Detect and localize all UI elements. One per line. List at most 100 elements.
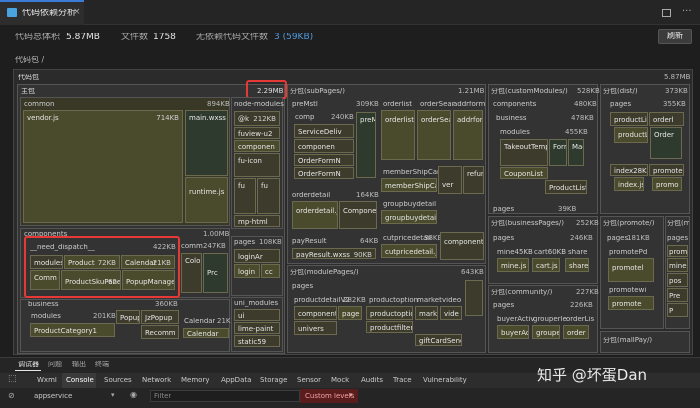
calendar-cell[interactable]: Calendar	[183, 328, 229, 338]
devtools-tab-sources[interactable]: Sources	[104, 377, 132, 384]
subpage-cell[interactable]: ver	[438, 166, 462, 194]
node-module-cell[interactable]: fu	[234, 178, 256, 214]
mine-cell[interactable]: Pre	[667, 288, 688, 302]
modulepage-cell[interactable]: productfilter4	[366, 321, 413, 333]
subpage-cell[interactable]: orderlist	[381, 110, 415, 160]
main-pages-cell[interactable]: cc	[261, 264, 280, 278]
subpage-cell[interactable]: refun	[463, 166, 484, 194]
mine-cell[interactable]: pos	[667, 273, 688, 287]
context-select[interactable]: appservice	[34, 393, 72, 400]
bottom-tab-problems[interactable]: 问题	[48, 361, 62, 368]
community-cell[interactable]: order	[563, 325, 589, 339]
business-cell[interactable]: ProductCategory1	[30, 323, 115, 337]
node-module-cell[interactable]: componen	[234, 140, 280, 152]
businesspage-cell[interactable]: mine.js	[497, 258, 529, 272]
main-pages-cell[interactable]: login	[234, 264, 260, 278]
custommodule-cell[interactable]: ProductList	[545, 180, 587, 194]
dist-cell[interactable]: productList	[614, 127, 648, 143]
subpage-cell[interactable]: memberShipCa	[381, 178, 437, 192]
dist-cell[interactable]: Order	[650, 127, 682, 159]
bottom-tab-output[interactable]: 输出	[72, 361, 86, 368]
modulepage-cell[interactable]: component	[294, 306, 337, 320]
modulepage-cell[interactable]: mark	[415, 306, 438, 320]
inspect-icon[interactable]: ⬚	[8, 375, 17, 384]
devtools-tab-sensor[interactable]: Sensor	[297, 377, 321, 384]
component-cell[interactable]: Color	[181, 253, 202, 293]
custommodule-cell[interactable]: TakeoutTemp	[500, 139, 548, 166]
subpage-cell[interactable]: orderdetail.js	[292, 201, 338, 229]
devtools-tab-network[interactable]: Network	[142, 377, 171, 384]
promote-cell[interactable]: promotel	[608, 258, 654, 282]
modulepage-cell[interactable]: vide	[440, 306, 462, 320]
node-module-cell[interactable]: @k 212KB	[234, 111, 280, 126]
subpage-cell[interactable]: payResult.wxss 90KB	[292, 248, 376, 259]
devtools-tab-mock[interactable]: Mock	[331, 377, 349, 384]
node-module-cell[interactable]: fu	[257, 178, 280, 214]
devtools-tab-memory[interactable]: Memory	[181, 377, 209, 384]
devtools-tab-appdata[interactable]: AppData	[221, 377, 251, 384]
subpage-cell[interactable]: OrderFormN	[294, 154, 354, 166]
modulepage-cell[interactable]: page	[338, 306, 362, 320]
unused-link[interactable]: 3 (59KB)	[274, 33, 313, 42]
promote-cell[interactable]: promote	[608, 296, 654, 310]
eye-icon[interactable]: ◉	[130, 391, 137, 399]
modulepage-cell[interactable]	[465, 280, 483, 316]
custommodule-cell[interactable]: Mag	[568, 139, 584, 166]
subpage-cell[interactable]: Componen	[339, 201, 377, 229]
devtools-tab-storage[interactable]: Storage	[260, 377, 287, 384]
mine-cell[interactable]: P	[667, 303, 688, 317]
uni-cell[interactable]: static59	[234, 335, 280, 347]
more-icon[interactable]: ···	[682, 7, 692, 17]
subpage-cell[interactable]: orderSea	[417, 110, 451, 160]
node-module-cell[interactable]: mp-html	[234, 215, 280, 227]
component-cell[interactable]: Prc	[203, 253, 228, 293]
vendor-js[interactable]: vendor.js 714KB	[23, 110, 183, 223]
subpage-cell[interactable]: cutpricedetail.js	[381, 244, 437, 258]
subpage-cell[interactable]: componen	[294, 139, 354, 153]
subpage-cell[interactable]: components3	[440, 232, 484, 260]
dist-cell[interactable]: index28KB	[610, 164, 648, 176]
node-module-cell[interactable]: fu-icon	[234, 153, 280, 177]
context-dropdown-icon[interactable]: ▾	[111, 392, 115, 399]
subpage-cell[interactable]: preM	[356, 112, 376, 178]
subpage-cell[interactable]: groupbuydetail	[381, 210, 437, 224]
node-module-cell[interactable]: fuview-u2	[234, 127, 280, 139]
mine-cell[interactable]: mine	[667, 258, 688, 272]
community-cell[interactable]: groupe	[532, 325, 560, 339]
devtools-tab-vulnerability[interactable]: Vulnerability	[423, 377, 467, 384]
businesspage-cell[interactable]: share	[565, 258, 589, 272]
modulepage-cell[interactable]: giftCardSend3	[415, 334, 462, 346]
business-cell[interactable]: Popup	[116, 310, 140, 324]
custommodule-cell[interactable]: Form	[549, 139, 567, 166]
close-icon[interactable]: ×	[73, 8, 81, 17]
devtools-tab-audits[interactable]: Audits	[361, 377, 383, 384]
dist-cell[interactable]: orderl	[649, 112, 684, 126]
businesspage-cell[interactable]: cart.js	[532, 258, 560, 272]
mine-cell[interactable]: promo	[667, 245, 688, 257]
subpage-cell[interactable]: addrfor	[453, 110, 483, 160]
devtools-tab-wxml[interactable]: Wxml	[37, 377, 57, 384]
filter-input[interactable]	[150, 390, 300, 402]
breadcrumb[interactable]: 代码包 /	[15, 56, 44, 64]
bottom-tab-debugger[interactable]: 调试器	[18, 361, 39, 368]
custommodule-cell[interactable]: CouponList	[500, 167, 548, 179]
dist-cell[interactable]: promote	[649, 164, 684, 176]
bottom-tab-terminal[interactable]: 终端	[95, 361, 109, 368]
clear-console-icon[interactable]: ⊘	[8, 392, 15, 400]
modulepage-cell[interactable]: productoption	[366, 306, 413, 320]
split-editor-icon[interactable]	[662, 9, 671, 17]
uni-cell[interactable]: ui	[234, 309, 280, 321]
dist-cell[interactable]: index.js	[614, 177, 644, 191]
community-cell[interactable]: buyerAc	[497, 325, 529, 339]
modulepage-cell[interactable]: univers	[294, 321, 337, 335]
business-cell[interactable]: Recomm	[141, 325, 179, 339]
uni-cell[interactable]: lime-paint	[234, 322, 280, 334]
business-cell[interactable]: JzPopup	[141, 310, 179, 324]
runtime-js[interactable]: runtime.js	[185, 177, 228, 223]
main-pages-cell[interactable]: loginAr	[234, 249, 280, 263]
subpage-cell[interactable]: ServiceDeliv	[294, 124, 354, 138]
main-wxss[interactable]: main.wxss	[185, 110, 228, 176]
devtools-tab-console[interactable]: Console	[66, 377, 94, 384]
devtools-tab-trace[interactable]: Trace	[393, 377, 412, 384]
subpage-cell[interactable]: OrderFormN	[294, 167, 354, 179]
